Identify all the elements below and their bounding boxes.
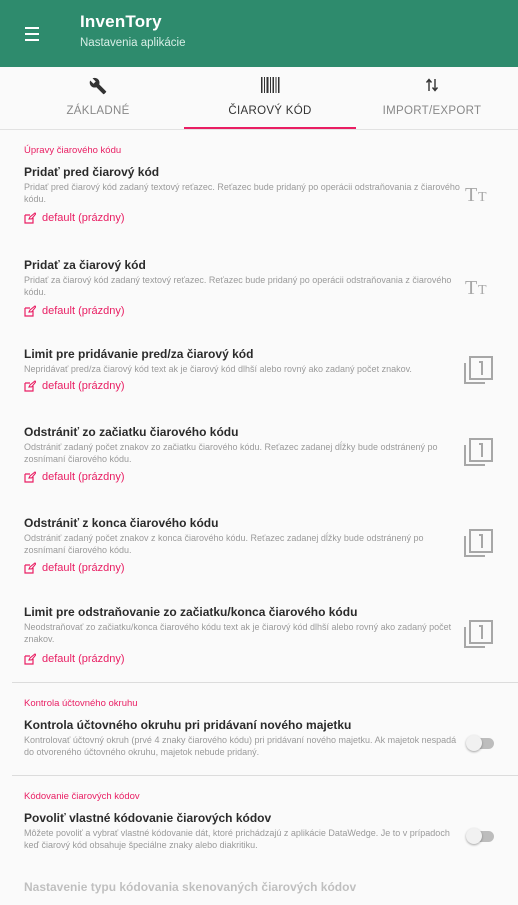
edit-icon: [24, 471, 36, 483]
pref-strip-end[interactable]: Odstrániť z konca čiarového kódu Odstrán…: [0, 516, 518, 596]
edit-icon: [24, 305, 36, 317]
tab-basic[interactable]: ZÁKLADNÉ: [12, 67, 184, 129]
section-divider: [12, 775, 518, 776]
toggle-thumb: [466, 735, 482, 751]
tab-bar: ZÁKLADNÉ ČIAROVÝ KÓD IMPORT/EXPORT: [0, 67, 518, 130]
pref-encoding-type: Nastavenie typu kódovania skenovaných či…: [0, 880, 518, 905]
pref-strip-limit[interactable]: Limit pre odstraňovanie zo začiatku/konc…: [0, 605, 518, 671]
section-header-account-control: Kontrola účtovného okruhu: [24, 698, 138, 709]
pref-value-text: default (prázdny): [42, 471, 125, 483]
pref-value-text: default (prázdny): [42, 212, 125, 224]
pref-add-limit[interactable]: Limit pre pridávanie pred/za čiarový kód…: [0, 347, 518, 417]
wrench-icon: [12, 77, 184, 97]
toggle-thumb: [466, 828, 482, 844]
pref-value-text: default (prázdny): [42, 562, 125, 574]
tab-barcode[interactable]: ČIAROVÝ KÓD: [184, 67, 356, 129]
pref-title: Limit pre pridávanie pred/za čiarový kód: [24, 347, 254, 361]
section-divider: [12, 682, 518, 683]
svg-text:T: T: [478, 190, 487, 205]
pref-value: default (prázdny): [24, 562, 125, 574]
pref-value: default (prázdny): [24, 653, 125, 665]
pref-title: Pridať za čiarový kód: [24, 258, 146, 272]
text-format-icon: TT: [462, 180, 496, 210]
barcode-icon: [184, 77, 356, 97]
app-bar: InvenTory Nastavenia aplikácie: [0, 0, 518, 67]
number-one-icon: [462, 619, 496, 649]
section-header-barcode-encoding: Kódovanie čiarových kódov: [24, 791, 140, 802]
pref-suffix[interactable]: Pridať za čiarový kód Pridať za čiarový …: [0, 258, 518, 338]
pref-description: Neodstraňovať zo začiatku/konca čiarovéh…: [24, 622, 452, 644]
app-subtitle: Nastavenia aplikácie: [80, 37, 186, 49]
pref-description: Kontrolovať účtovný okruh (prvé 4 znaky …: [24, 735, 457, 757]
text-format-icon: TT: [462, 273, 496, 303]
pref-value-text: default (prázdny): [42, 305, 125, 317]
pref-strip-start[interactable]: Odstrániť zo začiatku čiarového kódu Ods…: [0, 425, 518, 505]
pref-value: default (prázdny): [24, 212, 125, 224]
pref-prefix[interactable]: Pridať pred čiarový kód Pridať pred čiar…: [0, 165, 518, 245]
pref-description: Pridať pred čiarový kód zadaný textový r…: [24, 182, 460, 204]
tab-label: IMPORT/EXPORT: [382, 105, 482, 117]
svg-text:T: T: [465, 277, 477, 299]
custom-encoding-toggle[interactable]: [466, 828, 494, 844]
edit-icon: [24, 653, 36, 665]
pref-title: Limit pre odstraňovanie zo začiatku/konc…: [24, 605, 358, 619]
edit-icon: [24, 380, 36, 392]
pref-title: Povoliť vlastné kódovanie čiarových kódo…: [24, 811, 272, 825]
number-one-icon: [462, 528, 496, 558]
edit-icon: [24, 562, 36, 574]
pref-title: Odstrániť z konca čiarového kódu: [24, 516, 219, 530]
tab-import-export[interactable]: IMPORT/EXPORT: [346, 67, 518, 129]
pref-value: default (prázdny): [24, 380, 125, 392]
import-export-icon: [346, 77, 518, 97]
number-one-icon: [462, 437, 496, 467]
pref-description: Odstrániť zadaný počet znakov z konca či…: [24, 533, 424, 555]
pref-custom-encoding[interactable]: Povoliť vlastné kódovanie čiarových kódo…: [0, 811, 518, 857]
pref-description: Odstrániť zadaný počet znakov zo začiatk…: [24, 442, 438, 464]
pref-value: default (prázdny): [24, 471, 125, 483]
pref-value-text: default (prázdny): [42, 380, 125, 392]
active-tab-indicator: [184, 127, 356, 129]
menu-icon[interactable]: [19, 22, 45, 46]
app-title: InvenTory: [80, 12, 162, 31]
pref-description: Pridať za čiarový kód zadaný textový reť…: [24, 275, 452, 297]
svg-text:T: T: [465, 184, 477, 206]
pref-account-check[interactable]: Kontrola účtovného okruhu pri pridávaní …: [0, 718, 518, 764]
pref-title: Odstrániť zo začiatku čiarového kódu: [24, 425, 239, 439]
pref-title: Kontrola účtovného okruhu pri pridávaní …: [24, 718, 352, 732]
pref-description: Môžete povoliť a vybrať vlastné kódovani…: [24, 828, 450, 850]
svg-text:T: T: [478, 283, 487, 298]
section-header-barcode-edits: Úpravy čiarového kódu: [24, 145, 122, 156]
account-check-toggle[interactable]: [466, 735, 494, 751]
tab-label: ČIAROVÝ KÓD: [228, 105, 312, 117]
number-one-icon: [462, 355, 496, 385]
pref-title: Pridať pred čiarový kód: [24, 165, 160, 179]
pref-value-text: default (prázdny): [42, 653, 125, 665]
tab-label: ZÁKLADNÉ: [66, 105, 130, 117]
pref-description: Nepridávať pred/za čiarový kód text ak j…: [24, 364, 412, 374]
pref-value: default (prázdny): [24, 305, 125, 317]
edit-icon: [24, 212, 36, 224]
pref-title: Nastavenie typu kódovania skenovaných či…: [24, 880, 357, 894]
